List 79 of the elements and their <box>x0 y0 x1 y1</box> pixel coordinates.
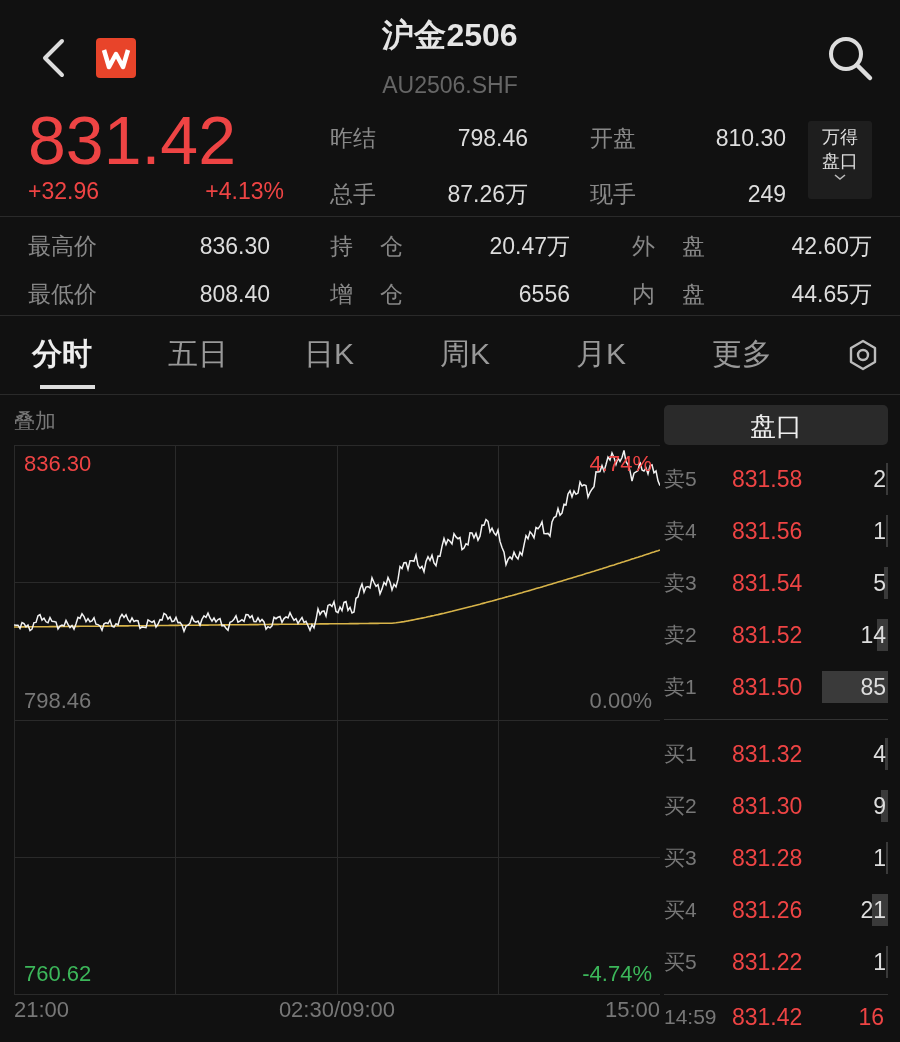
volume-depth-cell: 14 <box>822 619 888 651</box>
trade-volume: 16 <box>857 1003 885 1031</box>
back-icon[interactable] <box>40 38 66 78</box>
field-label: 现手 <box>590 180 637 209</box>
level-price: 831.32 <box>732 740 804 768</box>
volume-depth-cell: 1 <box>822 946 888 978</box>
level-price: 831.56 <box>732 517 804 545</box>
level-label: 买4 <box>664 897 698 923</box>
axis-base-percent: 0.00% <box>589 688 652 714</box>
chart-tab[interactable]: 月K <box>576 316 712 394</box>
axis-base-price: 798.46 <box>24 688 92 714</box>
volume-depth-cell: 9 <box>822 790 888 822</box>
order-book-button[interactable]: 万得盘口 <box>808 121 872 199</box>
stat-value: 6556 <box>517 280 570 309</box>
axis-low-percent: -4.74% <box>582 961 652 987</box>
volume-depth-cell: 1 <box>822 515 888 547</box>
level-label: 卖1 <box>664 674 698 700</box>
chart-tab[interactable]: 五日 <box>168 316 304 394</box>
level-label: 买5 <box>664 949 698 975</box>
stat-value: 808.40 <box>198 280 270 309</box>
level-label: 买3 <box>664 845 698 871</box>
stat-label: 内 盘 <box>632 280 707 309</box>
stat-label: 增 仓 <box>330 280 405 309</box>
level-label: 卖4 <box>664 518 698 544</box>
field-label: 昨结 <box>330 124 377 153</box>
chart-tab[interactable]: 周K <box>440 316 576 394</box>
level-label: 卖3 <box>664 570 698 596</box>
field-value: 810.30 <box>714 124 786 153</box>
volume-depth-cell: 21 <box>822 894 888 926</box>
stat-value: 42.60万 <box>790 232 872 261</box>
level-price: 831.30 <box>732 792 804 820</box>
level-price: 831.58 <box>732 465 804 493</box>
trade-price: 831.42 <box>732 1003 804 1031</box>
logo-icon <box>96 38 136 78</box>
stat-value: 20.47万 <box>488 232 570 261</box>
volume-depth-cell: 2 <box>822 463 888 495</box>
time-label: 15:00 <box>604 997 660 1023</box>
stat-value: 836.30 <box>198 232 270 261</box>
level-price: 831.28 <box>732 844 804 872</box>
settings-icon[interactable] <box>848 339 878 371</box>
level-label: 买2 <box>664 793 698 819</box>
search-icon[interactable] <box>826 34 874 82</box>
stat-label: 最高价 <box>28 232 98 261</box>
order-book-tab[interactable]: 盘口 <box>664 405 888 445</box>
chevron-icon[interactable] <box>833 173 847 181</box>
level-price: 831.26 <box>732 896 804 924</box>
level-price: 831.50 <box>732 673 804 701</box>
stat-label: 最低价 <box>28 280 98 309</box>
level-price: 831.22 <box>732 948 804 976</box>
field-label: 总手 <box>330 180 377 209</box>
level-price: 831.52 <box>732 621 804 649</box>
stat-label: 外 盘 <box>632 232 707 261</box>
stat-value: 44.65万 <box>790 280 872 309</box>
level-price: 831.54 <box>732 569 804 597</box>
volume-depth-cell: 85 <box>822 671 888 703</box>
field-value: 249 <box>746 180 786 209</box>
page-title: 沪金2506 <box>382 16 518 55</box>
stat-label: 持 仓 <box>330 232 405 261</box>
axis-high-price: 836.30 <box>24 451 92 477</box>
field-value: 87.26万 <box>446 180 528 209</box>
last-price: 831.42 <box>28 104 237 176</box>
time-label: 21:00 <box>14 997 70 1023</box>
chart-tab[interactable]: 更多 <box>712 316 848 394</box>
time-label: 02:30/09:00 <box>278 997 396 1023</box>
level-label: 买1 <box>664 741 698 767</box>
level-label: 卖5 <box>664 466 698 492</box>
volume-depth-cell: 5 <box>822 567 888 599</box>
chart-tab[interactable]: 日K <box>304 316 440 394</box>
volume-depth-cell: 1 <box>822 842 888 874</box>
price-change: +32.96 <box>28 178 99 205</box>
contract-code: AU2506.SHF <box>382 72 518 99</box>
level-label: 卖2 <box>664 622 698 648</box>
overlay-label[interactable]: 叠加 <box>0 395 660 435</box>
percent-change: +4.13% <box>205 178 284 205</box>
field-value: 798.46 <box>456 124 528 153</box>
field-label: 开盘 <box>590 124 637 153</box>
axis-low-price: 760.62 <box>24 961 92 987</box>
volume-depth-cell: 4 <box>822 738 888 770</box>
trade-time: 14:59 <box>664 1005 718 1029</box>
